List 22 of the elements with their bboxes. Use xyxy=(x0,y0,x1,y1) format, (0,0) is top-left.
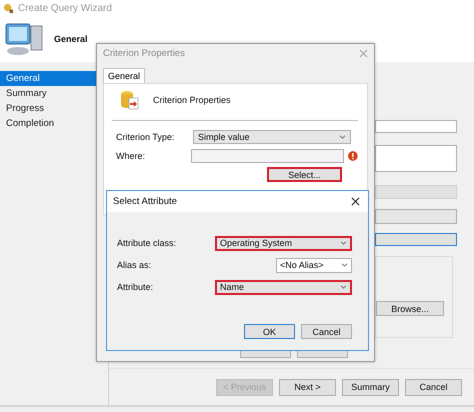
field-label: Where: xyxy=(116,150,146,160)
page-heading: General xyxy=(54,34,88,44)
tab[interactable]: General xyxy=(103,68,146,83)
browse-button[interactable]: Browse... xyxy=(376,301,444,316)
wizard-button[interactable]: Next > xyxy=(279,378,336,396)
field-label: Alias as: xyxy=(117,260,152,270)
field-label: Criterion Type: xyxy=(116,132,176,142)
dropdown[interactable]: Name xyxy=(215,280,352,294)
dialog-title: Criterion Properties xyxy=(103,48,185,59)
window-title: Create Query Wizard xyxy=(18,2,112,14)
wizard-button[interactable]: Cancel xyxy=(405,378,462,396)
dropdown[interactable]: <No Alias> xyxy=(276,258,352,272)
wizard-button[interactable]: Summary xyxy=(342,378,399,396)
dialog-title: Select Attribute xyxy=(113,196,177,207)
dialog-button[interactable]: OK xyxy=(244,324,295,339)
dropdown[interactable]: Simple value xyxy=(193,130,351,144)
dropdown[interactable]: Operating System xyxy=(215,236,352,250)
dialog-button[interactable]: Cancel xyxy=(301,324,352,339)
section-heading: Criterion Properties xyxy=(153,95,231,105)
field-label: Attribute class: xyxy=(117,238,176,248)
field-label: Attribute: xyxy=(117,282,154,292)
select-button[interactable]: Select... xyxy=(267,167,342,182)
